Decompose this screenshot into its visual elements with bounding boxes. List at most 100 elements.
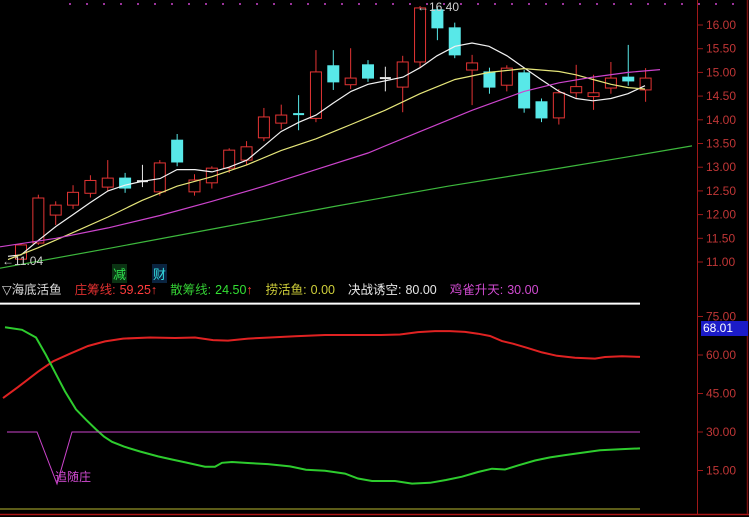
grid-dot [562,3,564,5]
candle [276,105,287,130]
grid-dot [732,3,734,5]
indicator-item-value: 59.25 [120,281,151,299]
candle-body [588,93,599,97]
price-tick-label: 15.00 [706,65,736,79]
grid-dot [698,3,700,5]
candle-body [172,140,183,162]
grid-dot [392,3,394,5]
price-tick-label: 13.00 [706,160,736,174]
candle [363,60,374,82]
ma-white-line [8,43,645,256]
candle-body [415,8,426,62]
grid-dot [630,3,632,5]
grid-dot [494,3,496,5]
candle [345,48,356,89]
indicator-item-1: 散筹线:24.50↑ [170,281,253,299]
grid-dot [477,3,479,5]
candle-body [310,72,321,118]
chart-canvas[interactable]: 16.0015.5015.0014.5014.0013.5013.0012.50… [0,0,749,517]
price-axis: 16.0015.5015.0014.5014.0013.5013.0012.50… [697,0,736,514]
indicator-item-2: 捞活鱼:0.00 [266,281,335,299]
candle [310,50,321,122]
trend-up-arrow-icon: ↑ [246,281,252,299]
candle [640,68,651,102]
candle-body [449,28,460,55]
low-price-label: ←11.04 [2,254,43,268]
series-散筹线 [5,327,640,483]
price-tick-label: 11.50 [706,231,735,245]
grid-dot [103,3,105,5]
indicator-tick-label: 15.00 [706,464,736,478]
watermark-jian: 减 [112,264,127,283]
candle [68,185,79,209]
candle [50,201,61,225]
grid-dot [715,3,717,5]
indicator-title[interactable]: ▽海底活鱼 [2,281,62,299]
indicator-item-label: 决战诱空: [348,281,401,299]
price-tick-label: 14.00 [706,113,736,127]
candle [623,45,634,86]
candle-body [467,63,478,70]
candle [553,89,564,125]
grid-dot [528,3,530,5]
candle [189,174,200,195]
candle [120,173,131,193]
indicator-item-label: 捞活鱼: [266,281,307,299]
candle-body [363,65,374,78]
candle [172,134,183,166]
grid-dot [273,3,275,5]
price-tick-label: 12.00 [706,208,736,222]
grid-dot [358,3,360,5]
candle [501,65,512,91]
price-tick-label: 11.00 [706,255,735,269]
candle-body [68,192,79,205]
indicator-tick-label: 45.00 [706,386,736,400]
candle [137,165,148,187]
indicator-item-value: 30.00 [507,281,538,299]
candle-body [241,147,252,160]
price-tick-label: 13.50 [706,137,736,151]
grid-dot [613,3,615,5]
candle-body [328,66,339,82]
grid-dot [579,3,581,5]
indicator-item-value: 80.00 [405,281,436,299]
grid-dot [290,3,292,5]
top-dotted-gridline [69,3,734,5]
candle [536,98,547,122]
candle [154,160,165,196]
follow-banker-annotation: 追随庄 [55,468,91,485]
grid-dot [137,3,139,5]
indicator-item-value: 24.50 [215,281,246,299]
candle-body [102,178,113,187]
candle [449,23,460,59]
grid-dot [171,3,173,5]
indicator-header: ▽海底活鱼 庄筹线:59.25↑ 散筹线:24.50↑ 捞活鱼:0.00 决战诱空:8… [2,281,696,299]
indicator-item-4: 鸡雀升天:30.00 [450,281,539,299]
candle [85,175,96,197]
indicator-item-label: 散筹线: [170,281,211,299]
candle-body [345,78,356,85]
grid-dot [86,3,88,5]
grid-dot [239,3,241,5]
indicator-tick-label: 60.00 [706,348,736,362]
indicator-panel [0,304,640,509]
grid-dot [256,3,258,5]
candlestick-panel [0,6,692,268]
candle-body [33,198,44,243]
price-tick-label: 14.50 [706,89,736,103]
candle-body [258,117,269,138]
candle-body [553,93,564,118]
candle-body [50,205,61,215]
indicator-item-0: 庄筹线:59.25↑ [75,281,158,299]
grid-dot [375,3,377,5]
grid-dot [324,3,326,5]
candle [467,55,478,105]
grid-dot [205,3,207,5]
price-tick-label: 12.50 [706,184,736,198]
grid-dot [596,3,598,5]
grid-dot [69,3,71,5]
ma-yellow-line [8,69,645,260]
grid-dot [307,3,309,5]
candle [328,50,339,90]
grid-dot [511,3,513,5]
